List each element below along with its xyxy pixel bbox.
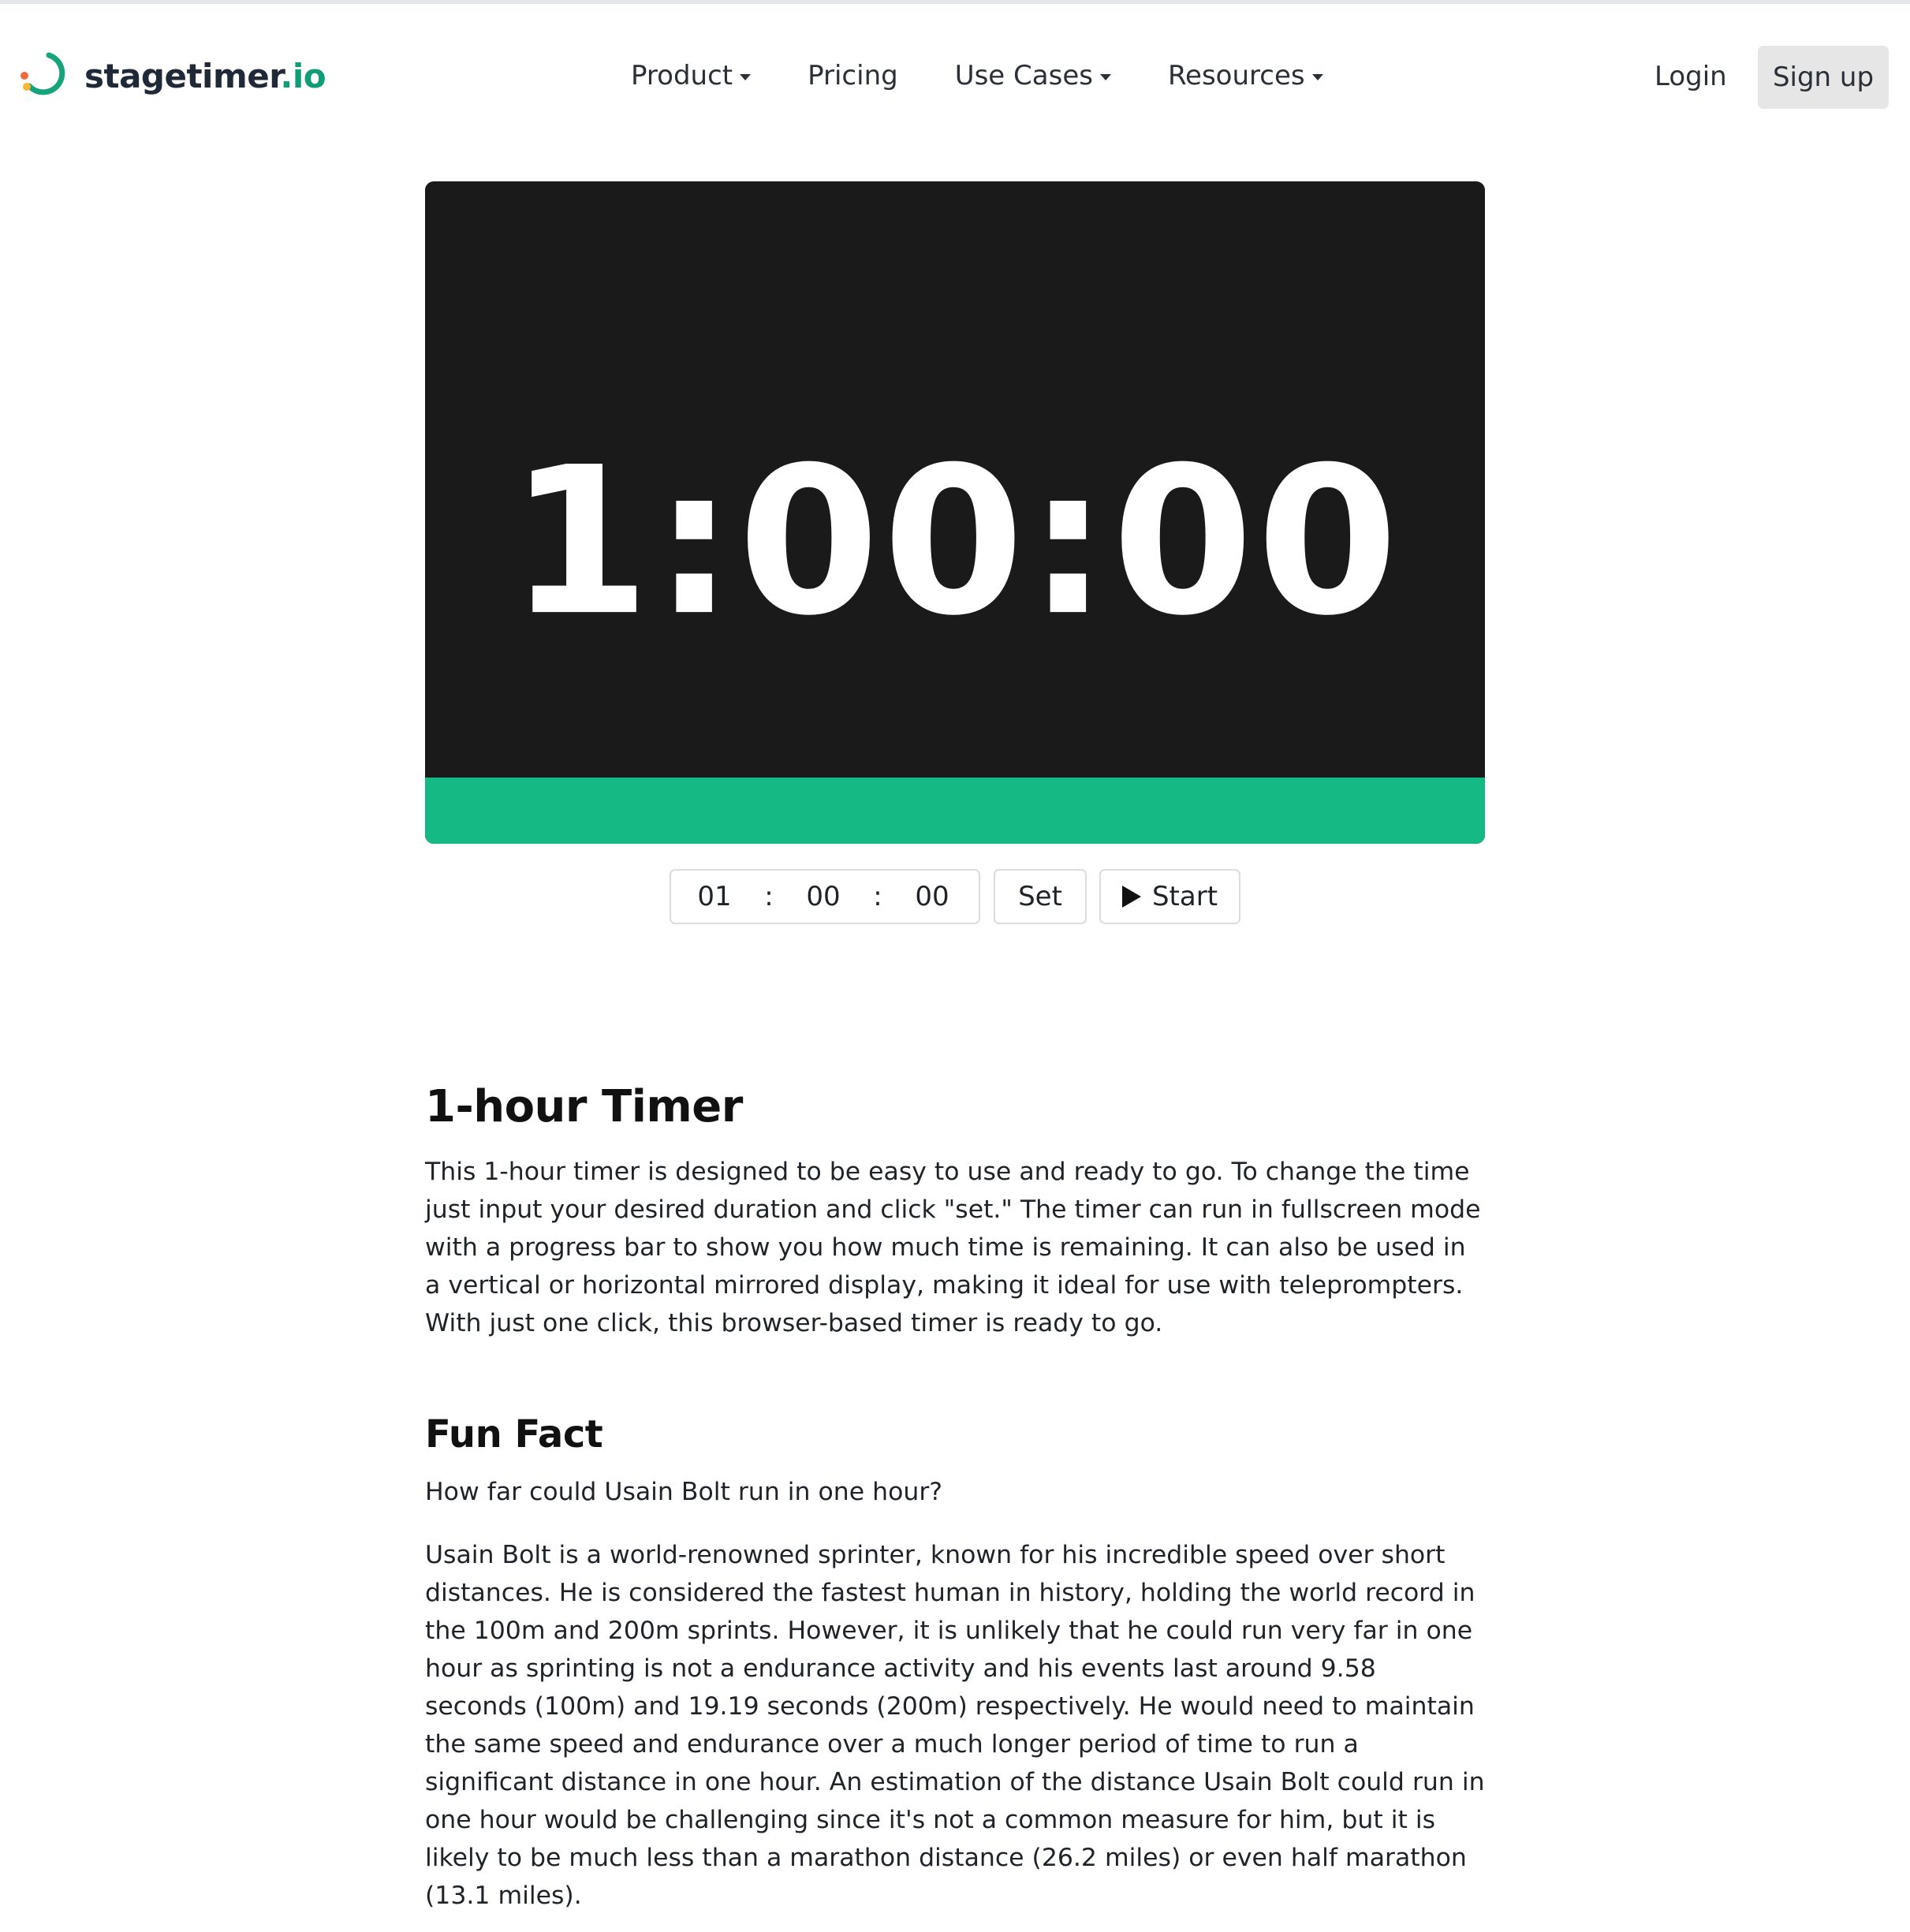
logo-text: stagetimer.io bbox=[84, 57, 326, 95]
seconds-input[interactable] bbox=[889, 881, 976, 912]
signup-button[interactable]: Sign up bbox=[1758, 46, 1889, 109]
fun-fact-heading: Fun Fact bbox=[425, 1412, 603, 1456]
start-button-label: Start bbox=[1151, 881, 1218, 912]
nav-product-label: Product bbox=[631, 60, 733, 91]
chevron-down-icon bbox=[1311, 73, 1323, 80]
progress-bar bbox=[425, 778, 1485, 844]
logo-link[interactable]: stagetimer.io bbox=[20, 49, 326, 103]
article: 1-hour Timer This 1-hour timer is design… bbox=[425, 1072, 1485, 1915]
nav-resources-label: Resources bbox=[1167, 60, 1305, 91]
chevron-down-icon bbox=[740, 73, 752, 80]
login-link[interactable]: Login bbox=[1654, 53, 1727, 100]
nav-use-cases-label: Use Cases bbox=[954, 60, 1093, 91]
hours-input[interactable] bbox=[671, 881, 758, 912]
timer-display-panel: 1:00:00 bbox=[425, 181, 1485, 844]
logo-tld: .io bbox=[280, 56, 326, 95]
nav-resources[interactable]: Resources bbox=[1168, 60, 1323, 91]
main-nav: Product Pricing Use Cases Resources bbox=[631, 49, 1323, 103]
progress-bar-fill bbox=[425, 778, 1485, 844]
site-header: stagetimer.io Product Pricing Use Cases … bbox=[0, 4, 1910, 142]
fun-fact-answer: Usain Bolt is a world-renowned sprinter,… bbox=[425, 1541, 1485, 1910]
time-separator: : bbox=[873, 881, 882, 912]
stagetimer-logo-icon bbox=[21, 52, 65, 95]
play-icon bbox=[1121, 886, 1141, 908]
nav-product[interactable]: Product bbox=[631, 60, 752, 91]
nav-use-cases[interactable]: Use Cases bbox=[955, 60, 1111, 91]
nav-pricing[interactable]: Pricing bbox=[808, 60, 898, 91]
nav-pricing-label: Pricing bbox=[808, 60, 898, 91]
fun-fact-question: How far could Usain Bolt run in one hour… bbox=[425, 1478, 943, 1506]
set-button[interactable]: Set bbox=[994, 869, 1087, 924]
duration-input-group: : : bbox=[670, 869, 980, 924]
start-button[interactable]: Start bbox=[1099, 869, 1240, 924]
page-title: 1-hour Timer bbox=[425, 1081, 743, 1132]
logo-name: stagetimer bbox=[84, 56, 281, 95]
chevron-down-icon bbox=[1099, 73, 1111, 80]
intro-paragraph: This 1-hour timer is designed to be easy… bbox=[425, 1158, 1481, 1337]
timer-readout: 1:00:00 bbox=[509, 423, 1401, 661]
time-separator: : bbox=[764, 881, 774, 912]
minutes-input[interactable] bbox=[780, 881, 867, 912]
